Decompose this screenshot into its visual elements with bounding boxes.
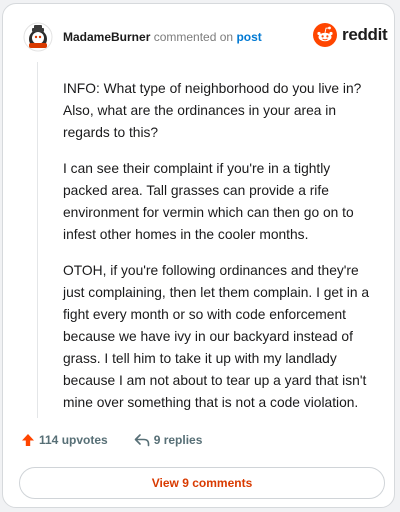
username[interactable]: MadameBurner bbox=[63, 30, 150, 44]
comment-paragraph: I can see their complaint if you're in a… bbox=[63, 161, 354, 242]
comment-actions: 114 upvotes 9 replies bbox=[21, 433, 202, 447]
reddit-logo-icon bbox=[313, 23, 337, 47]
reply-arrow-icon bbox=[134, 434, 150, 447]
reddit-logo[interactable]: reddit bbox=[313, 23, 388, 47]
reddit-wordmark: reddit bbox=[342, 25, 388, 44]
comment-card: MadameBurner commented on post reddit IN… bbox=[2, 3, 395, 508]
view-comments-button[interactable]: View 9 comments bbox=[19, 467, 385, 499]
commented-on-label: commented on bbox=[153, 30, 234, 44]
avatar[interactable] bbox=[23, 22, 53, 52]
upvote-button[interactable]: 114 upvotes bbox=[21, 433, 108, 447]
post-link[interactable]: post bbox=[236, 30, 261, 44]
thread-line bbox=[37, 62, 38, 418]
upvote-arrow-icon bbox=[22, 434, 34, 446]
comment-paragraph: OTOH, if you're following ordinances and… bbox=[63, 263, 369, 410]
replies-button[interactable]: 9 replies bbox=[134, 433, 203, 447]
comment-body: INFO: What type of neighborhood do you l… bbox=[63, 78, 375, 428]
upvote-count: 114 upvotes bbox=[39, 433, 108, 447]
snoo-avatar-icon bbox=[23, 22, 53, 52]
comment-paragraph: INFO: What type of neighborhood do you l… bbox=[63, 81, 362, 140]
reply-count: 9 replies bbox=[153, 433, 203, 447]
comment-header: MadameBurner commented on post bbox=[63, 30, 262, 44]
